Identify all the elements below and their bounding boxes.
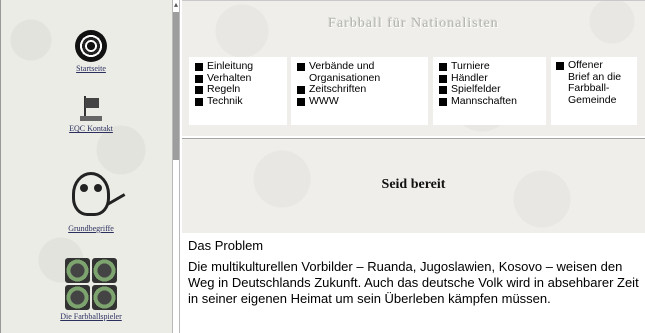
nav-item-players[interactable]: Die Farbballspieler bbox=[21, 258, 161, 321]
menu-item-turniere[interactable]: Turniere bbox=[439, 60, 540, 73]
menu-item-zeitschriften[interactable]: Zeitschriften bbox=[297, 83, 422, 96]
content-area: Das Problem Die multikulturellen Vorbild… bbox=[182, 233, 645, 333]
left-nav-frame: Startseite EQC Kontakt Grundbegriffe Die… bbox=[0, 0, 172, 333]
menu-column-2: Verbände und Organisationen Zeitschrifte… bbox=[291, 57, 428, 125]
menu-item-regeln[interactable]: Regeln bbox=[195, 83, 281, 96]
scroll-up-arrow-icon[interactable]: ▴ bbox=[172, 0, 180, 10]
bullet-icon bbox=[297, 86, 305, 94]
menu-column-1: Einleitung Verhalten Regeln Technik bbox=[189, 57, 287, 125]
flag-icon bbox=[76, 96, 106, 122]
nav-item-start[interactable]: Startseite bbox=[21, 30, 161, 73]
scrollbar-thumb[interactable] bbox=[173, 12, 179, 160]
menu-item-mannschaften[interactable]: Mannschaften bbox=[439, 95, 540, 108]
bullet-icon bbox=[195, 97, 203, 106]
nav-item-label[interactable]: Grundbegriffe bbox=[21, 224, 161, 233]
nav-item-basics[interactable]: Grundbegriffe bbox=[21, 168, 161, 233]
header-frame: Farbball für Nationalisten Einleitung Ve… bbox=[182, 0, 645, 136]
bullet-icon bbox=[439, 97, 447, 106]
bullet-icon bbox=[439, 86, 447, 94]
bullet-icon bbox=[439, 74, 447, 83]
section-heading: Das Problem bbox=[188, 238, 264, 253]
bullet-icon bbox=[195, 63, 203, 71]
bullet-icon bbox=[297, 63, 305, 71]
menu-item-offener-brief-line4[interactable]: Gemeinde bbox=[556, 94, 632, 107]
bullet-icon bbox=[556, 62, 564, 70]
nav-item-label[interactable]: Startseite bbox=[21, 64, 161, 73]
head-icon bbox=[56, 168, 126, 222]
menu-column-4: Offener Brief an die Farbball- Gemeinde bbox=[551, 57, 637, 125]
menu-item-spielfelder[interactable]: Spielfelder bbox=[439, 83, 540, 96]
nav-item-contact[interactable]: EQC Kontakt bbox=[21, 96, 161, 133]
banner: Seid bereit bbox=[182, 139, 645, 233]
menu-item-technik[interactable]: Technik bbox=[195, 95, 281, 108]
bullet-icon bbox=[439, 63, 447, 71]
menu-column-3: Turniere Händler Spielfelder Mannschafte… bbox=[433, 57, 546, 125]
balls-icon bbox=[65, 258, 117, 310]
page-title: Farbball für Nationalisten bbox=[328, 16, 499, 31]
bullet-icon bbox=[195, 86, 203, 94]
menu-item-www[interactable]: WWW bbox=[297, 95, 422, 108]
menu-item-offener-brief[interactable]: Offener bbox=[556, 59, 632, 72]
bullet-icon bbox=[195, 74, 203, 83]
banner-heading: Seid bereit bbox=[381, 177, 446, 192]
farbball-icon bbox=[75, 30, 107, 62]
bullet-icon bbox=[297, 97, 305, 106]
menu-item-einleitung[interactable]: Einleitung bbox=[195, 60, 281, 73]
left-scrollbar[interactable]: ▴ bbox=[172, 0, 180, 333]
nav-item-label[interactable]: Die Farbballspieler bbox=[21, 312, 161, 321]
nav-item-label[interactable]: EQC Kontakt bbox=[21, 124, 161, 133]
section-paragraph: Die multikulturellen Vorbilder – Ruanda,… bbox=[188, 259, 639, 306]
menu-item-verbaende[interactable]: Verbände und bbox=[297, 60, 422, 73]
menu-item-offener-brief-line3[interactable]: Farbball- bbox=[556, 82, 632, 95]
